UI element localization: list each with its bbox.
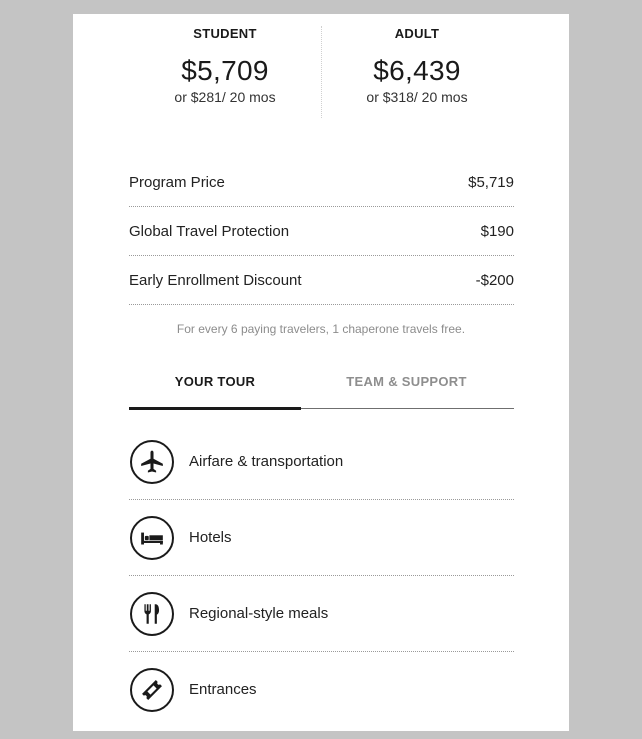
line-item-value: -$200	[475, 271, 514, 289]
student-monthly: or $281/ 20 mos	[174, 89, 276, 105]
line-item-label: Global Travel Protection	[129, 222, 290, 240]
airplane-icon	[130, 439, 174, 484]
included-features: Airfare & transportation Hotels Regional…	[129, 424, 514, 727]
feature-entrances: Entrances	[129, 652, 514, 727]
line-item-label: Early Enrollment Discount	[129, 271, 302, 289]
bed-icon	[130, 515, 174, 560]
line-item-travel-protection: Global Travel Protection $190	[129, 207, 514, 256]
student-price: STUDENT $5,709 or $281/ 20 mos	[129, 26, 321, 105]
feature-airfare: Airfare & transportation	[129, 424, 514, 500]
line-item-early-discount: Early Enrollment Discount -$200	[129, 256, 514, 305]
line-item-value: $5,719	[468, 173, 514, 191]
feature-label: Regional-style meals	[189, 605, 329, 622]
feature-label: Entrances	[189, 681, 257, 698]
student-label: STUDENT	[193, 26, 257, 41]
pricing-card: STUDENT $5,709 or $281/ 20 mos ADULT $6,…	[73, 14, 569, 731]
feature-label: Hotels	[189, 529, 232, 546]
tour-tabs: YOUR TOUR TEAM & SUPPORT	[129, 370, 514, 410]
feature-label: Airfare & transportation	[189, 453, 344, 470]
line-item-value: $190	[480, 222, 514, 240]
adult-monthly: or $318/ 20 mos	[366, 89, 468, 105]
line-item-program-price: Program Price $5,719	[129, 158, 514, 207]
tab-team-support[interactable]: TEAM & SUPPORT	[314, 370, 499, 408]
line-item-label: Program Price	[129, 173, 225, 191]
adult-amount: $6,439	[373, 55, 461, 86]
ticket-icon	[130, 667, 174, 712]
adult-label: ADULT	[394, 26, 440, 41]
price-summary: STUDENT $5,709 or $281/ 20 mos ADULT $6,…	[73, 14, 569, 134]
tab-your-tour[interactable]: YOUR TOUR	[129, 370, 301, 410]
feature-meals: Regional-style meals	[129, 576, 514, 652]
adult-price: ADULT $6,439 or $318/ 20 mos	[321, 26, 513, 105]
price-breakdown: Program Price $5,719 Global Travel Prote…	[129, 158, 514, 305]
chaperone-note: For every 6 paying travelers, 1 chaperon…	[176, 322, 466, 336]
student-amount: $5,709	[181, 55, 269, 86]
feature-hotels: Hotels	[129, 500, 514, 576]
utensils-icon	[130, 591, 174, 636]
